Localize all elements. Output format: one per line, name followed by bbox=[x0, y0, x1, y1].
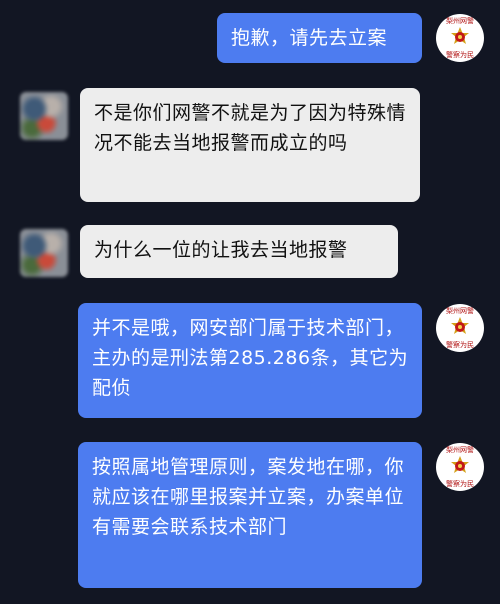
message-bubble-incoming[interactable]: 不是你们网警不就是为了因为特殊情况不能去当地报警而成立的吗 bbox=[80, 88, 420, 202]
message-bubble-incoming[interactable]: 为什么一位的让我去当地报警 bbox=[80, 225, 398, 278]
message-text: 不是你们网警不就是为了因为特殊情况不能去当地报警而成立的吗 bbox=[94, 102, 407, 155]
avatar-bottom-text: 警察为民 bbox=[446, 341, 474, 349]
message-row: 抱歉，请先去立案 梨州网警 警察为民 bbox=[0, 0, 500, 80]
avatar-bottom-text: 警察为民 bbox=[446, 51, 474, 59]
user-avatar[interactable] bbox=[20, 92, 68, 140]
message-row: 按照属地管理原则，案发地在哪，你就应该在哪里报案并立案，办案单位有需要会联系技术… bbox=[0, 432, 500, 604]
police-avatar[interactable]: 梨州网警 警察为民 bbox=[436, 443, 484, 491]
avatar-top-text: 梨州网警 bbox=[446, 307, 474, 315]
police-avatar[interactable]: 梨州网警 警察为民 bbox=[436, 304, 484, 352]
message-bubble-outgoing[interactable]: 按照属地管理原则，案发地在哪，你就应该在哪里报案并立案，办案单位有需要会联系技术… bbox=[78, 442, 422, 588]
avatar-top-text: 梨州网警 bbox=[446, 17, 474, 25]
message-bubble-outgoing[interactable]: 抱歉，请先去立案 bbox=[217, 13, 422, 63]
message-row: 不是你们网警不就是为了因为特殊情况不能去当地报警而成立的吗 bbox=[0, 80, 500, 210]
message-text: 按照属地管理原则，案发地在哪，你就应该在哪里报案并立案，办案单位有需要会联系技术… bbox=[92, 456, 405, 539]
police-avatar[interactable]: 梨州网警 警察为民 bbox=[436, 14, 484, 62]
message-row: 并不是哦，网安部门属于技术部门，主办的是刑法第285.286条，其它为配侦 梨州… bbox=[0, 292, 500, 432]
user-avatar[interactable] bbox=[20, 229, 68, 277]
message-text: 为什么一位的让我去当地报警 bbox=[94, 239, 348, 261]
message-text: 抱歉，请先去立案 bbox=[231, 27, 388, 49]
police-badge-icon bbox=[451, 27, 469, 44]
message-text: 并不是哦，网安部门属于技术部门，主办的是刑法第285.286条，其它为配侦 bbox=[92, 317, 409, 400]
police-badge-icon bbox=[451, 456, 469, 473]
avatar-top-text: 梨州网警 bbox=[446, 446, 474, 454]
message-row: 为什么一位的让我去当地报警 bbox=[0, 212, 500, 292]
police-badge-icon bbox=[451, 317, 469, 334]
message-bubble-outgoing[interactable]: 并不是哦，网安部门属于技术部门，主办的是刑法第285.286条，其它为配侦 bbox=[78, 303, 422, 418]
avatar-bottom-text: 警察为民 bbox=[446, 480, 474, 488]
